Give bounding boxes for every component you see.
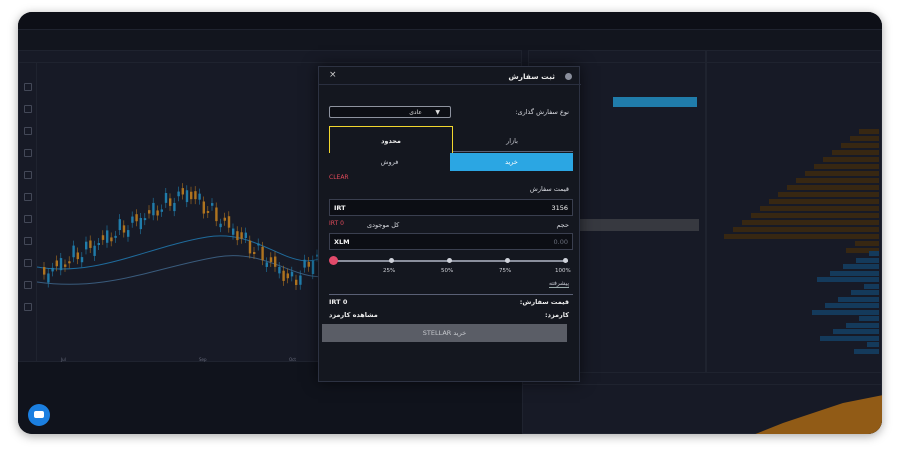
close-icon[interactable]: × (329, 70, 337, 80)
order-price-value: IRT 0 (329, 298, 348, 306)
order-price-label: قیمت سفارش: (519, 298, 569, 306)
chat-support-icon[interactable] (28, 404, 50, 426)
status-dot-icon (565, 73, 572, 80)
advanced-link[interactable]: پیشرفته (548, 280, 569, 288)
volume-placeholder: 0.00 (553, 238, 568, 246)
price-unit: IRT (334, 204, 346, 212)
clear-button[interactable]: CLEAR (329, 174, 349, 181)
volume-input[interactable]: 0.00 XLM (329, 233, 573, 250)
order-type-select[interactable]: عادی ▼ (329, 106, 451, 118)
total-balance-label: کل موجودی (367, 221, 400, 229)
fee-label: کارمزد: (545, 311, 569, 319)
tab-buy[interactable]: خرید (450, 153, 573, 171)
tab-market[interactable]: بازار (451, 131, 573, 152)
view-fee-link[interactable]: مشاهده کارمزد (329, 311, 378, 319)
tab-sell[interactable]: فروش (329, 153, 450, 171)
total-balance-value[interactable]: IRT 0 (329, 220, 344, 227)
modal-header: ثبت سفارش × (319, 67, 581, 85)
order-side-tabs: خرید فروش (329, 153, 573, 171)
app-window: Jul Sep Oct ثبت سفارش × نوع سفارش گذاری:… (18, 12, 882, 434)
slider-mark-25: 25% (383, 268, 396, 274)
order-mode-tabs: بازار محدود (329, 126, 573, 155)
volume-slider-handle[interactable] (329, 256, 338, 265)
order-form-modal: ثبت سفارش × نوع سفارش گذاری: عادی ▼ بازا… (318, 66, 581, 382)
slider-tick[interactable] (447, 258, 452, 263)
slider-mark-100: 100% (555, 268, 571, 274)
price-value: 3156 (551, 204, 568, 212)
slider-mark-75: 75% (499, 268, 512, 274)
slider-tick[interactable] (389, 258, 394, 263)
order-type-label: نوع سفارش گذاری: (515, 108, 569, 116)
slider-tick[interactable] (505, 258, 510, 263)
slider-mark-50: 50% (441, 268, 454, 274)
submit-buy-button[interactable]: خرید STELLAR (322, 324, 567, 342)
volume-unit: XLM (334, 238, 350, 246)
slider-tick[interactable] (563, 258, 568, 263)
caret-down-icon: ▼ (435, 109, 440, 116)
divider (329, 294, 573, 295)
price-label: قیمت سفارش (529, 185, 569, 193)
price-input[interactable]: 3156 IRT (329, 199, 573, 216)
tab-limit[interactable]: محدود (329, 126, 453, 155)
modal-title: ثبت سفارش (508, 72, 555, 81)
order-type-value: عادی (409, 109, 422, 116)
volume-label: حجم (556, 221, 569, 229)
